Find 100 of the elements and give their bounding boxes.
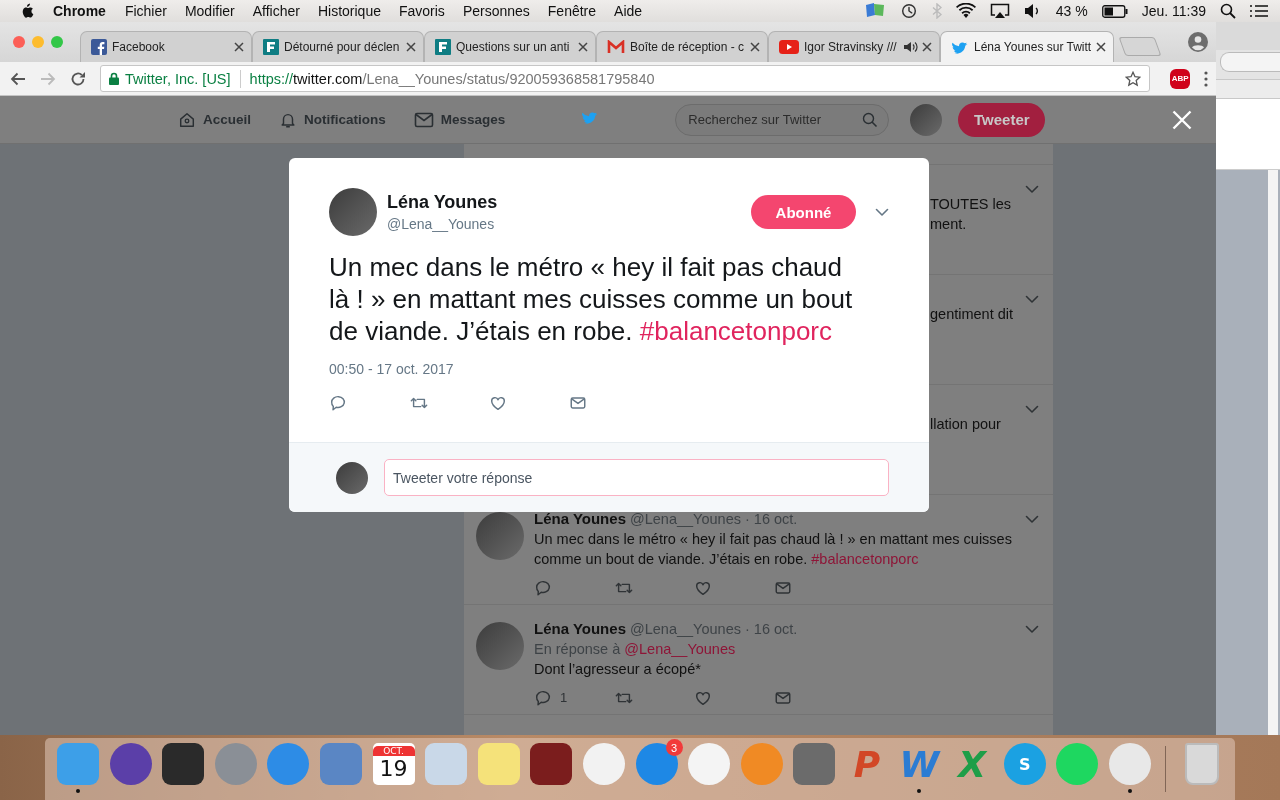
document-area — [1216, 99, 1280, 170]
browser-tab[interactable]: Facebook — [80, 31, 252, 62]
menu-bar-clock[interactable]: Jeu. 11:39 — [1141, 3, 1206, 19]
nav-link[interactable]: Notifications — [279, 110, 386, 129]
close-tab-icon[interactable] — [1096, 42, 1107, 52]
text-field[interactable] — [1220, 52, 1280, 72]
avatar[interactable] — [329, 188, 377, 236]
battery-percentage: 43 % — [1055, 3, 1088, 19]
bird-icon — [581, 110, 600, 125]
wifi-icon[interactable] — [955, 3, 976, 19]
app-icon[interactable] — [109, 743, 152, 785]
user-name[interactable]: Léna Younes — [534, 510, 626, 527]
close-tab-icon[interactable] — [922, 42, 932, 52]
chevron-down-icon[interactable] — [1025, 625, 1039, 634]
calendar-app-icon[interactable]: OCT. 19 — [372, 743, 415, 785]
tweet-text: TOUTES les — [930, 195, 1013, 214]
star-icon[interactable] — [1125, 70, 1142, 87]
app-icon[interactable] — [162, 743, 205, 785]
menu-item[interactable]: Fenêtre — [538, 3, 606, 19]
user-name[interactable]: Léna Younes — [534, 620, 626, 637]
nav-label[interactable]: Accueil — [203, 112, 252, 127]
reply-to-label: En réponse à — [534, 641, 621, 657]
envelope-icon[interactable] — [569, 394, 587, 412]
app-icon[interactable]: S — [1003, 743, 1046, 785]
close-icon[interactable] — [1172, 110, 1192, 130]
close-tab-icon[interactable] — [406, 42, 416, 52]
search-field[interactable]: Recherchez sur Twitter — [675, 103, 890, 136]
avatar — [336, 461, 368, 494]
favicon-icon — [263, 39, 279, 55]
browser-tab[interactable]: Détourné pour déclen — [252, 31, 424, 62]
chevron-down-icon[interactable] — [1025, 405, 1039, 414]
reply-icon[interactable] — [329, 394, 347, 412]
reply-count: 1 — [560, 689, 568, 707]
chevron-down-icon[interactable] — [1025, 185, 1039, 194]
profile-icon[interactable] — [1188, 32, 1208, 52]
menu-item[interactable]: Historique — [308, 3, 390, 19]
airplay-icon[interactable] — [989, 3, 1010, 19]
envelope-icon[interactable] — [774, 579, 792, 597]
nav-label[interactable]: Notifications — [304, 112, 386, 127]
list-icon[interactable] — [1250, 4, 1268, 18]
tweet-date[interactable]: · 16 oct. — [745, 511, 798, 527]
address-bar[interactable]: Twitter, Inc. [US] https://twitter.com/Lena__Younes/status/920059368581795840 — [100, 65, 1151, 92]
tweet-text: gentiment dit — [930, 305, 1015, 324]
reload-icon[interactable] — [70, 70, 86, 87]
search-icon[interactable] — [1220, 3, 1236, 19]
tweet-date[interactable]: · 16 oct. — [745, 621, 798, 637]
close-tab-icon[interactable] — [750, 42, 760, 52]
tweet-button[interactable]: Tweeter — [958, 102, 1046, 137]
lock-icon — [109, 72, 119, 85]
reply-field[interactable]: Tweeter votre réponse — [384, 459, 889, 496]
favicon-icon — [91, 39, 107, 55]
nav-label[interactable]: Messages — [440, 112, 506, 127]
browser-tab[interactable]: Questions sur un anti — [424, 31, 596, 62]
envelope-icon[interactable] — [774, 689, 792, 707]
menu-item[interactable]: Favoris — [389, 3, 454, 19]
nav-link[interactable]: Accueil — [178, 110, 252, 129]
app-icon[interactable] — [530, 743, 573, 785]
chevron-down-icon[interactable] — [1025, 295, 1039, 304]
tweet-timestamp[interactable]: 00:50 - 17 oct. 2017 — [329, 361, 454, 377]
app-menu[interactable]: Chrome — [44, 3, 116, 19]
time-machine-icon[interactable] — [899, 2, 918, 20]
heart-icon[interactable] — [489, 394, 507, 412]
bird-icon — [951, 39, 969, 55]
close-tab-icon[interactable] — [578, 42, 588, 52]
battery-icon[interactable] — [1101, 4, 1128, 18]
envelope-icon — [413, 110, 434, 129]
flag-icon[interactable] — [863, 2, 886, 20]
nav-link[interactable]: Messages — [413, 110, 506, 129]
heart-icon[interactable] — [694, 689, 712, 707]
close-tab-icon[interactable] — [234, 42, 244, 52]
user-name[interactable]: Léna Younes — [387, 192, 498, 213]
chevron-down-icon[interactable] — [1025, 515, 1039, 524]
apple-icon[interactable] — [20, 3, 36, 19]
tweet-text: Un mec dans le métro « hey il fait pas chaud là ! » en mattant mes cuisses comme un bout de viande. J’étais en robe. #balancetonporc — [534, 530, 1012, 569]
reply-icon[interactable] — [534, 689, 552, 707]
reply-icon[interactable] — [534, 579, 552, 597]
user-handle[interactable]: @Lena__Younes — [630, 621, 741, 637]
back-arrow-icon[interactable] — [10, 71, 26, 86]
more-menu-icon[interactable] — [1204, 70, 1208, 87]
close-window-button[interactable] — [13, 36, 25, 48]
heart-icon[interactable] — [694, 579, 712, 597]
menu-item[interactable]: Fichier — [115, 3, 176, 19]
home-icon — [178, 110, 196, 129]
chevron-down-icon[interactable] — [875, 207, 889, 217]
menu-item[interactable]: Aide — [605, 3, 652, 19]
user-handle[interactable]: @Lena__Younes — [630, 511, 741, 527]
menu-item[interactable]: Personnes — [453, 3, 539, 19]
tweet-text: ment. — [930, 215, 968, 234]
adblock-extension-button[interactable]: ABP — [1170, 68, 1190, 89]
menu-item[interactable]: Modifier — [175, 3, 244, 19]
browser-tab[interactable]: Igor Stravinsky /// — [768, 31, 940, 62]
user-handle[interactable]: @Lena__Younes — [387, 216, 498, 232]
browser-tab[interactable]: Boîte de réception - c — [596, 31, 768, 62]
browser-tab[interactable]: Léna Younes sur Twitt — [940, 31, 1115, 62]
menu-item[interactable]: Afficher — [243, 3, 309, 19]
speaker-icon[interactable] — [904, 41, 918, 53]
hashtag-link[interactable]: #balancetonporc — [639, 316, 833, 346]
scrollbar[interactable] — [1268, 170, 1278, 735]
following-button[interactable]: Abonné — [751, 195, 856, 229]
favicon-icon — [607, 40, 625, 54]
